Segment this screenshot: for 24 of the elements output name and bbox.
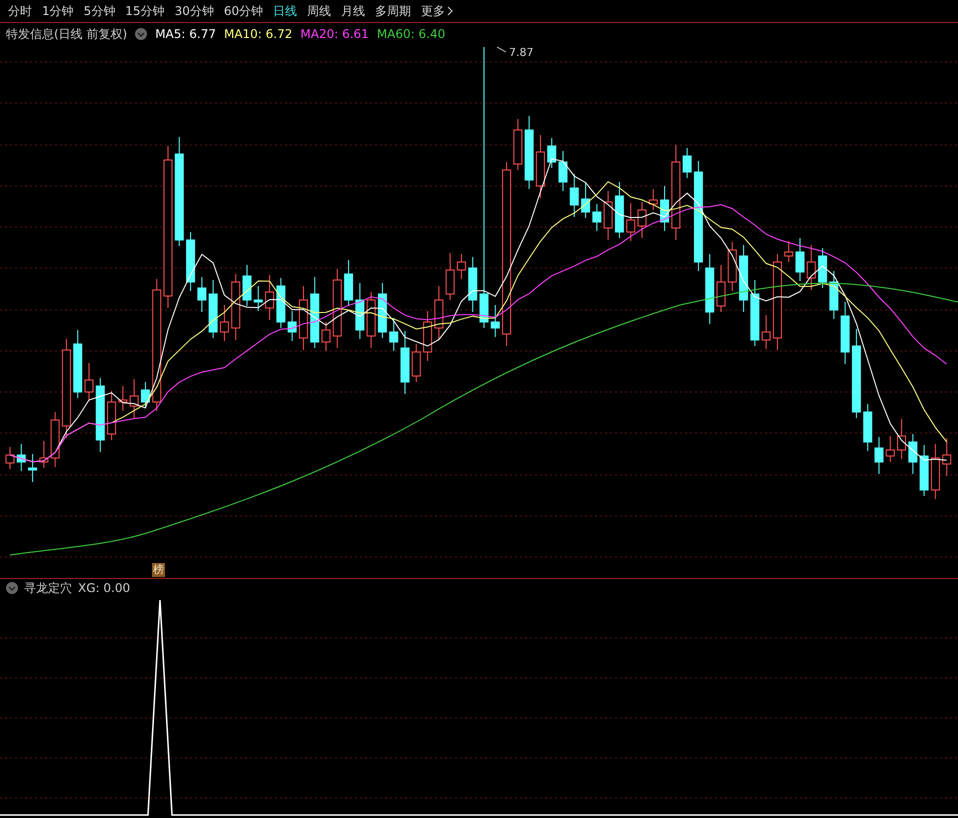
dropdown-icon[interactable]	[135, 28, 148, 40]
indicator-title: 寻龙定穴	[24, 580, 72, 596]
leader-line	[496, 46, 506, 52]
moving-average-value: MA60: 6.40	[376, 26, 446, 42]
timeframe-tab[interactable]: 15分钟	[125, 2, 165, 20]
indicator-value: XG: 0.00	[78, 580, 130, 596]
moving-average-value: MA20: 6.61	[300, 26, 369, 42]
moving-average-value: MA5: 6.77	[155, 26, 216, 42]
moving-average-value: MA10: 6.72	[224, 26, 292, 42]
timeframe-tab[interactable]: 5分钟	[84, 2, 116, 20]
timeframe-tab[interactable]: 分时	[8, 2, 32, 20]
timeframe-tab[interactable]: 60分钟	[224, 2, 264, 20]
timeframe-tab[interactable]: 多周期	[375, 2, 412, 20]
high-price-label: 7.87	[509, 45, 534, 61]
timeframe-tab[interactable]: 更多	[421, 2, 454, 20]
timeframe-tab[interactable]: 30分钟	[174, 2, 214, 20]
timeframe-tab[interactable]: 月线	[341, 2, 366, 20]
timeframe-tab[interactable]: 1分钟	[42, 2, 74, 20]
chart-title: 特发信息(日线 前复权)	[6, 26, 128, 42]
timeframe-tab[interactable]: 日线	[273, 2, 298, 20]
dropdown-icon[interactable]	[6, 582, 18, 594]
chevron-right-icon	[447, 6, 454, 16]
event-badge: 榜	[152, 563, 165, 577]
timeframe-tab[interactable]: 周线	[307, 2, 332, 20]
